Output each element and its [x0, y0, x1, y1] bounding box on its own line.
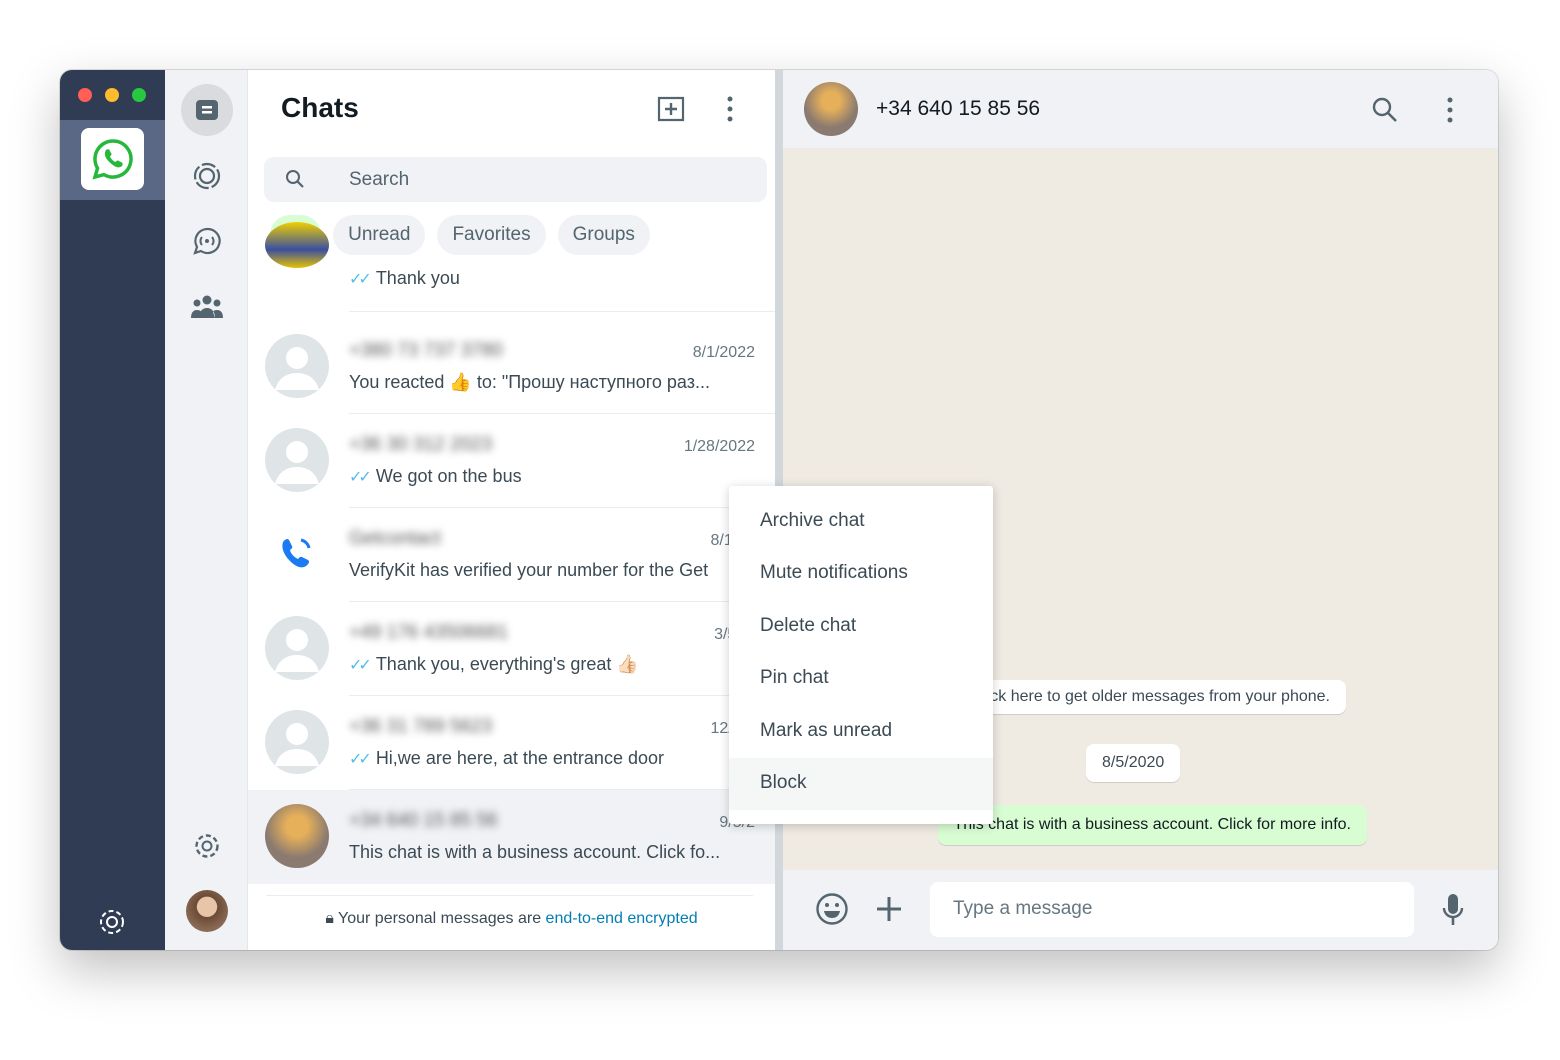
chat-preview: This chat is with a business account. Cl…	[349, 842, 721, 862]
minimize-window-button[interactable]	[105, 88, 119, 102]
traffic-lights	[78, 88, 146, 102]
conversation-header[interactable]: +34 640 15 85 56	[783, 70, 1498, 148]
chat-list-item[interactable]: +36 30 312 2023 1/28/2022 ✓✓ We got on the …	[248, 414, 775, 508]
emoji-icon[interactable]	[815, 892, 849, 926]
older-messages-notice[interactable]: Click here to get older messages from yo…	[955, 680, 1346, 714]
chat-preview: ✓✓ Thank you, everything's great 👍🏻	[349, 654, 639, 674]
date-chip: 8/5/2020	[1086, 744, 1181, 782]
menu-icon[interactable]	[726, 94, 734, 129]
chat-list-item[interactable]: ✓✓ Thank you	[248, 222, 775, 312]
chat-list-item[interactable]: +380 73 737 3780 8/1/2022 You reacted 👍 to…	[248, 320, 775, 414]
chat-list-item[interactable]: +36 31 789 562312/6/2✓✓Hi,we are here, a…	[248, 696, 775, 790]
chat-name: +49 176 43506681	[349, 622, 509, 643]
attach-plus-icon[interactable]	[876, 896, 902, 922]
chat-name: +36 30 312 2023	[349, 434, 493, 455]
lock-icon: 🔒︎	[325, 910, 334, 927]
contact-name: +34 640 15 85 56	[876, 97, 1041, 120]
divider	[266, 895, 753, 896]
settings-icon[interactable]	[96, 906, 128, 943]
chat-name: Getcontact	[349, 528, 441, 549]
status-icon[interactable]	[181, 150, 233, 202]
chat-list-item[interactable]: Getcontact8/15/2VerifyKit has verified y…	[248, 508, 775, 602]
new-chat-icon[interactable]	[656, 94, 686, 129]
divider	[349, 311, 775, 312]
chat-list-panel: Chats Search All Unread Favorites Groups…	[248, 70, 775, 950]
contact-avatar	[265, 804, 329, 868]
default-avatar	[265, 710, 329, 774]
menu-item-block[interactable]: Block	[729, 757, 993, 811]
close-window-button[interactable]	[78, 88, 92, 102]
composer: Type a message	[783, 870, 1498, 950]
chat-preview: ✓✓ We got on the bus	[349, 466, 522, 486]
contact-avatar	[265, 222, 329, 268]
business-account-notice[interactable]: This chat is with a business account. Cl…	[937, 805, 1367, 845]
nav-bar	[165, 70, 248, 950]
default-avatar	[265, 334, 329, 398]
communities-icon[interactable]	[181, 280, 233, 332]
channels-icon[interactable]	[181, 215, 233, 267]
encryption-notice: 🔒︎ Your personal messages are end-to-end…	[325, 910, 698, 927]
chat-preview: ✓✓ Thank you	[349, 268, 460, 288]
chat-list-item[interactable]: +34 640 15 85 569/5/2This chat is with a…	[248, 790, 775, 884]
default-avatar	[265, 428, 329, 492]
menu-item-archive-chat[interactable]: Archive chat	[729, 496, 993, 548]
double-check-icon: ✓✓	[349, 657, 372, 674]
chat-name: +34 640 15 85 56	[349, 810, 498, 831]
menu-icon[interactable]	[1446, 96, 1454, 124]
app-rail	[60, 70, 165, 950]
whatsapp-app-icon[interactable]	[81, 128, 144, 190]
double-check-icon: ✓✓	[349, 751, 372, 768]
phone-icon	[265, 522, 329, 586]
message-input[interactable]: Type a message	[930, 882, 1414, 937]
menu-item-mark-as-unread[interactable]: Mark as unread	[729, 706, 993, 758]
settings-icon[interactable]	[181, 820, 233, 872]
chat-context-menu: Archive chat Mute notifications Delete cha…	[729, 486, 993, 824]
encryption-link[interactable]: end-to-end encrypted	[546, 910, 698, 927]
chat-preview: VerifyKit has verified your number for t…	[349, 560, 709, 580]
menu-item-mute-notifications[interactable]: Mute notifications	[729, 548, 993, 600]
search-icon	[286, 170, 304, 188]
chat-name: +36 31 789 5623	[349, 716, 493, 737]
chat-date: 8/1/2022	[692, 344, 755, 361]
double-check-icon: ✓✓	[349, 271, 372, 288]
search-icon[interactable]	[1372, 97, 1398, 123]
menu-item-delete-chat[interactable]: Delete chat	[729, 601, 993, 653]
chat-date: 1/28/2022	[683, 438, 755, 455]
chat-name: +380 73 737 3780	[349, 340, 503, 361]
contact-avatar[interactable]	[804, 82, 858, 136]
chat-preview: You reacted 👍 to: "Прошу наступного раз.…	[349, 372, 710, 392]
default-avatar	[265, 616, 329, 680]
chat-preview: ✓✓ Hi,we are here, at the entrance door	[349, 748, 664, 768]
chat-list-item[interactable]: +49 176 435066813/5/2(✓✓Thank you, every…	[248, 602, 775, 696]
chats-icon[interactable]	[181, 84, 233, 136]
menu-item-pin-chat[interactable]: Pin chat	[729, 653, 993, 705]
page-title: Chats	[281, 92, 359, 123]
double-check-icon: ✓✓	[349, 469, 372, 486]
profile-avatar[interactable]	[181, 885, 233, 937]
microphone-icon[interactable]	[1442, 893, 1464, 927]
search-input[interactable]: Search	[264, 157, 767, 202]
zoom-window-button[interactable]	[132, 88, 146, 102]
